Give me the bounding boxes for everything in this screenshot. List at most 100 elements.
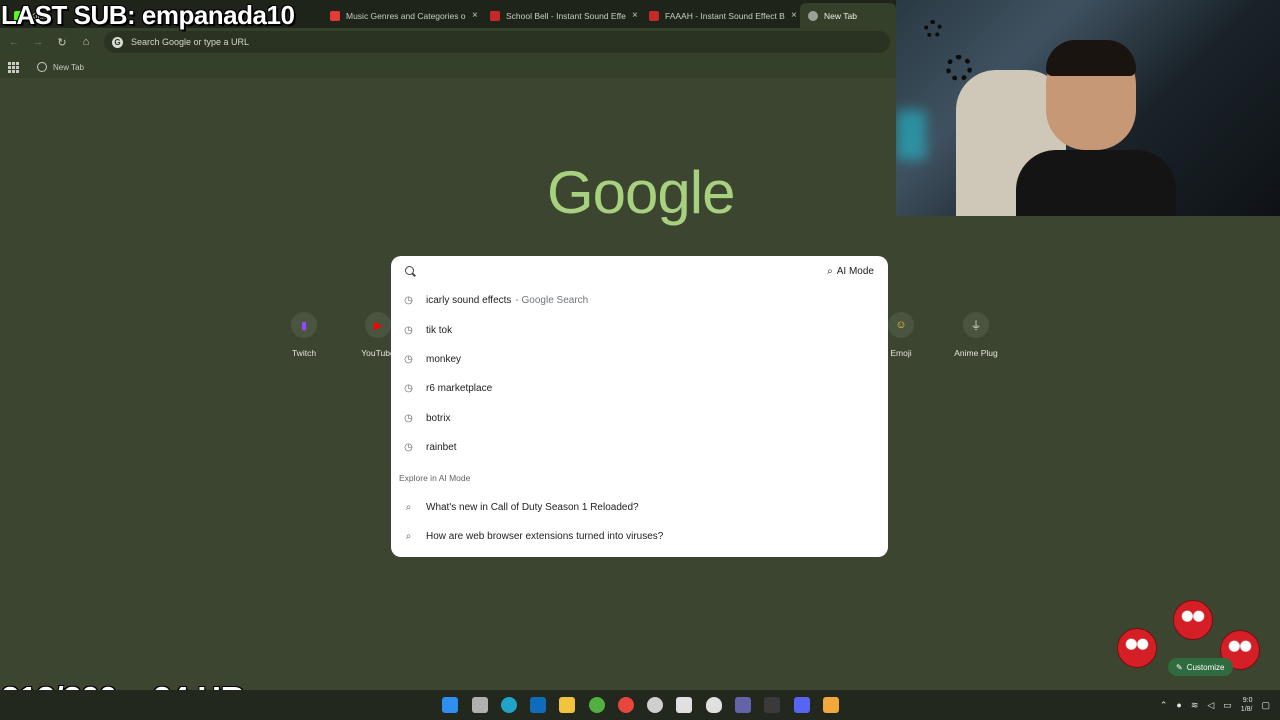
search-icon <box>405 266 414 275</box>
suggestion-history-item[interactable]: ◷ tik tok <box>391 315 888 344</box>
tab-faaah[interactable]: FAAAH - Instant Sound Effect B × <box>641 3 805 28</box>
edge-icon[interactable] <box>501 697 517 713</box>
ai-suggestion-text: How are web browser extensions turned in… <box>426 530 664 542</box>
task-view-icon[interactable] <box>472 697 488 713</box>
file-explorer-icon[interactable] <box>559 697 575 713</box>
back-icon[interactable]: ← <box>2 36 26 48</box>
webcam-feed <box>896 0 1280 216</box>
anime-plug-icon: ⏚ <box>963 312 989 338</box>
streamer-body <box>1016 150 1176 216</box>
suggestion-history-item[interactable]: ◷ rainbet <box>391 433 888 462</box>
suggestion-history-item[interactable]: ◷ botrix <box>391 404 888 433</box>
tab-close-icon[interactable]: × <box>791 10 797 21</box>
history-icon: ◷ <box>404 442 413 454</box>
tab-title: New Tab <box>824 10 857 21</box>
suggestion-history-item[interactable]: ◷ icarly sound effects - Google Search <box>391 286 888 315</box>
chrome-tab-icon <box>808 10 818 21</box>
bookmark-new-tab[interactable]: New Tab <box>37 62 84 72</box>
suggestion-text: r6 marketplace <box>426 383 493 395</box>
teams-icon[interactable] <box>735 697 751 713</box>
tab-school-bell[interactable]: School Bell - Instant Sound Effe × <box>482 3 646 28</box>
stack-app-icon[interactable] <box>823 697 839 713</box>
chrome-icon[interactable] <box>618 697 634 713</box>
clock-time: 9:0 <box>1242 697 1253 704</box>
globe-icon <box>37 62 47 72</box>
shortcut-twitch[interactable]: ▮ Twitch <box>269 312 339 358</box>
explore-ai-mode-heading: Explore in AI Mode <box>399 473 471 484</box>
music-icon <box>330 10 340 21</box>
bookmarks-bar: New Tab <box>0 56 896 78</box>
wifi-icon[interactable]: ≋ <box>1191 700 1199 711</box>
google-logo: Google <box>547 159 735 226</box>
obs-icon[interactable] <box>647 697 663 713</box>
clock[interactable]: 9:0 1/8/ <box>1241 696 1253 714</box>
suggestion-history-item[interactable]: ◷ monkey <box>391 345 888 374</box>
shortcut-label: Twitch <box>291 348 317 358</box>
store-icon[interactable] <box>676 697 692 713</box>
ai-suggestion-item[interactable]: ⌕ What's new in Call of Duty Season 1 Re… <box>391 492 888 521</box>
ai-search-icon: ⌕ <box>405 530 412 542</box>
pencil-icon: ✎ <box>1176 662 1183 672</box>
system-tray: ⌃ ● ≋ ◁ ▭ 9:0 1/8/ ▢ <box>1160 690 1280 720</box>
tab-close-icon[interactable]: × <box>632 10 638 21</box>
home-icon[interactable]: ⌂ <box>74 36 98 48</box>
clock-date: 1/8/ <box>1240 706 1253 713</box>
streamer-hair <box>1046 40 1136 76</box>
forward-icon[interactable]: → <box>26 36 50 48</box>
search-box[interactable]: ⌕ AI Mode <box>391 256 888 286</box>
ai-search-icon: ⌕ <box>405 501 412 513</box>
microphone-icon[interactable]: ● <box>1176 700 1181 710</box>
sound-effect-icon <box>649 10 659 21</box>
discord-icon[interactable] <box>794 697 810 713</box>
suggestion-history-item[interactable]: ◷ r6 marketplace <box>391 374 888 403</box>
google-g-icon: G <box>112 36 123 48</box>
notification-icon[interactable]: ▢ <box>1261 700 1270 711</box>
apps-grid-icon[interactable] <box>8 61 19 73</box>
tab-close-icon[interactable]: × <box>472 10 478 21</box>
history-icon: ◷ <box>404 383 413 395</box>
outlook-icon[interactable] <box>530 697 546 713</box>
youtube-icon: ▶ <box>365 312 391 338</box>
browser-toolbar: ← → ↻ ⌂ G Search Google or type a URL <box>0 28 896 56</box>
tab-title: FAAAH - Instant Sound Effect B <box>665 10 785 21</box>
tab-title: School Bell - Instant Sound Effe <box>506 10 626 21</box>
emoji-icon: ☺ <box>888 312 914 338</box>
battery-icon[interactable]: ▭ <box>1223 700 1232 711</box>
ai-suggestion-text: What's new in Call of Duty Season 1 Relo… <box>426 501 639 513</box>
history-icon: ◷ <box>404 353 413 365</box>
chevron-up-icon[interactable]: ⌃ <box>1160 700 1168 711</box>
last-sub-overlay: LAST SUB: empanada10 <box>1 0 295 30</box>
sound-effect-icon <box>490 10 500 21</box>
shortcut-label: Anime Plug <box>954 348 998 358</box>
tab-music-genres[interactable]: Music Genres and Categories o × <box>322 3 486 28</box>
spiderman-head-icon <box>1173 600 1213 640</box>
customize-label: Customize <box>1186 662 1225 672</box>
shortcut-anime-plug[interactable]: ⏚ Anime Plug <box>941 312 1011 358</box>
unknown-app-icon[interactable] <box>764 697 780 713</box>
reload-icon[interactable]: ↻ <box>50 36 74 49</box>
twitch-icon: ▮ <box>291 312 317 338</box>
address-bar-placeholder: Search Google or type a URL <box>131 37 250 47</box>
wall-gear-decoration <box>924 20 942 38</box>
xbox-icon[interactable] <box>589 697 605 713</box>
customize-button[interactable]: ✎ Customize <box>1168 658 1233 676</box>
streamer <box>1016 40 1176 216</box>
suggestion-text: rainbet <box>426 442 457 454</box>
ai-suggestion-item[interactable]: ⌕ How are web browser extensions turned … <box>391 522 888 551</box>
ai-search-icon: ⌕ <box>827 266 833 277</box>
address-bar[interactable]: G Search Google or type a URL <box>104 31 890 53</box>
suggestion-text: tik tok <box>426 324 453 336</box>
tab-title: Music Genres and Categories o <box>346 10 466 21</box>
suggestion-text: icarly sound effects <box>426 295 512 307</box>
history-icon: ◷ <box>404 295 413 307</box>
history-icon: ◷ <box>404 412 413 424</box>
search-suggestions-dropdown: ⌕ AI Mode ◷ icarly sound effects - Googl… <box>391 256 888 557</box>
spiderman-head-icon <box>1117 628 1157 668</box>
suggestion-suffix: - Google Search <box>515 295 589 307</box>
tab-new-tab[interactable]: New Tab <box>800 3 896 28</box>
ai-mode-button[interactable]: ⌕ AI Mode <box>821 262 880 281</box>
alien-icon[interactable] <box>706 697 722 713</box>
volume-icon[interactable]: ◁ <box>1207 700 1214 711</box>
taskbar: ⌃ ● ≋ ◁ ▭ 9:0 1/8/ ▢ <box>0 690 1280 720</box>
windows-start-icon[interactable] <box>442 697 458 713</box>
